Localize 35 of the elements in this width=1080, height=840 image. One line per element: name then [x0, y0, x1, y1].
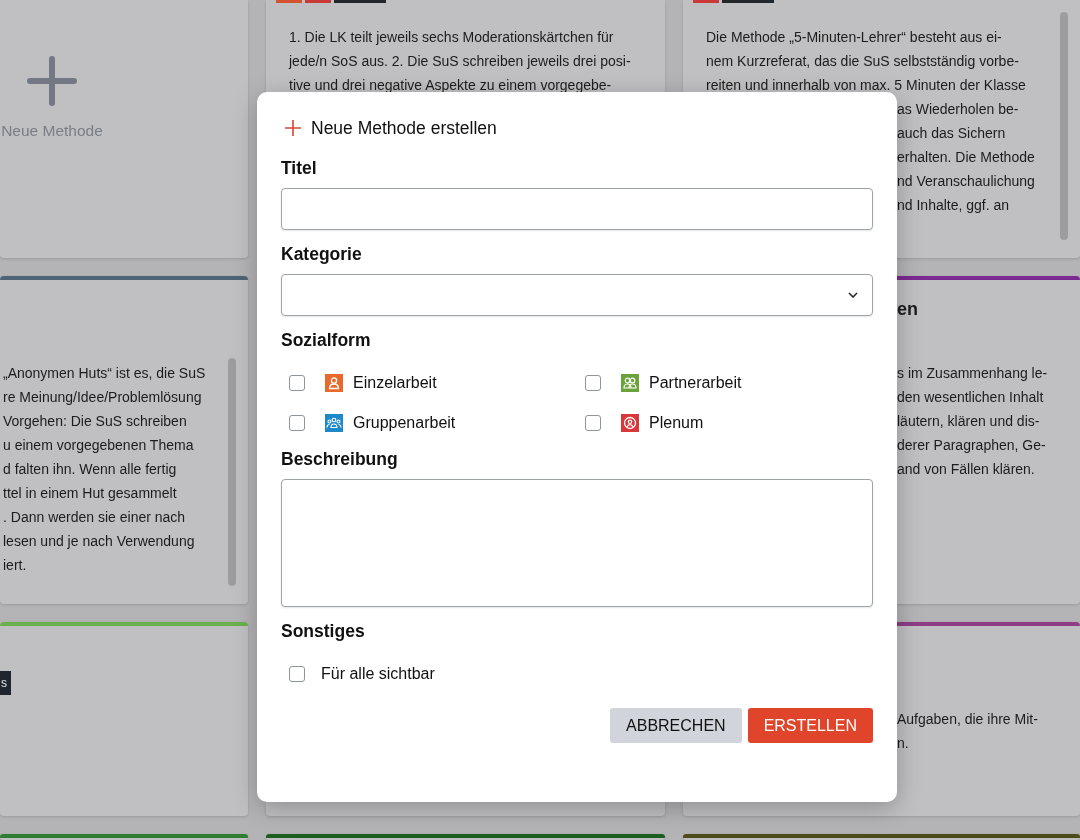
description-line: as Wiederholen be- — [897, 100, 1019, 119]
description-line: Aufgaben, die ihre Mit- — [897, 710, 1038, 729]
field-label: Beschreibung — [281, 449, 398, 470]
description-line: jede/n SoS aus. 2. Die SuS schreiben jeweils drei posi- — [289, 52, 631, 71]
description-line: reiten und innerhalb von max. 5 Minuten der Klasse — [706, 76, 1026, 95]
description-line: Die Methode „5-Minuten-Lehrer“ besteht aus ei- — [706, 28, 1002, 47]
description-line: s im Zusammenhang le- — [897, 364, 1048, 383]
description-line: erhalten. Die Methode — [897, 148, 1035, 167]
description-line: nem Kurzreferat, das die SuS selbstständig vorbe- — [706, 52, 1019, 71]
description-line: and von Fällen klären. — [897, 460, 1035, 479]
description-line: nd Inhalte, ggf. an — [897, 196, 1010, 215]
field-label: Kategorie — [281, 244, 362, 265]
description-line: . Dann werden sie einer nach — [3, 508, 186, 527]
description-line: „Anonymen Huts“ ist es, die SuS — [3, 364, 206, 383]
dialog-title: Neue Methode erstellen — [311, 117, 497, 139]
description-line: d falten ihn. Wenn alle fertig — [3, 460, 177, 479]
description-line: u einem vorgegebenen Thema — [3, 436, 194, 455]
description-line: derer Paragraphen, Ge- — [897, 436, 1046, 455]
description-line: auch das Sichern — [897, 124, 1006, 143]
description-line: tive und drei negative Aspekte zu einem vorgegebe- — [289, 76, 612, 95]
description-line: nd Veranschaulichung — [897, 172, 1035, 191]
description-line: lesen und je nach Verwendung — [3, 532, 195, 551]
description-line: iert. — [3, 556, 27, 575]
category-tag: s — [0, 671, 11, 695]
description-line: ttel in einem Hut gesammelt — [3, 484, 177, 503]
card-title: en — [897, 298, 918, 321]
description-line: 1. Die LK teilt jeweils sechs Moderationskärtchen für — [289, 28, 614, 47]
description-line: Vorgehen: Die SuS schreiben — [3, 412, 187, 431]
field-label: Sozialform — [281, 330, 371, 351]
description-line: läutern, klären und dis- — [897, 412, 1040, 431]
description-line: n. — [897, 734, 909, 753]
description-line: den wesentlichen Inhalt — [897, 388, 1044, 407]
field-label: Sonstiges — [281, 621, 365, 642]
description-line: re Meinung/Idee/Problemlösung — [3, 388, 202, 407]
field-label: Titel — [281, 158, 317, 179]
